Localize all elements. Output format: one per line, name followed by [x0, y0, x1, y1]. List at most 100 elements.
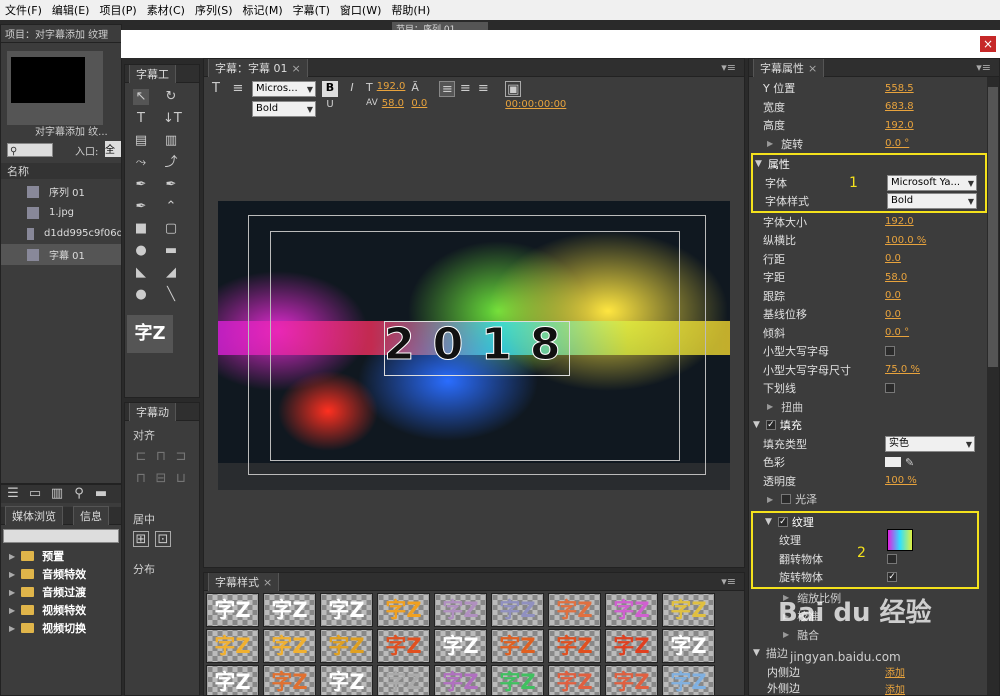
title-style-swatch[interactable]: 字Z — [605, 593, 658, 627]
vertical-type-tool-icon[interactable]: ↓T — [163, 111, 182, 127]
opacity-value[interactable]: 100 % — [885, 475, 917, 486]
styles-menu-icon[interactable]: ▾≡ — [721, 575, 736, 588]
font-dropdown[interactable]: Micros... — [252, 81, 316, 97]
title-styles-tab[interactable]: 字幕样式 × — [208, 573, 280, 591]
color-swatch[interactable] — [885, 457, 901, 468]
underline-checkbox[interactable] — [885, 383, 895, 394]
delete-anchor-icon[interactable]: ✒ — [163, 177, 179, 193]
folder-icon[interactable]: ▬ — [93, 486, 109, 502]
path-type-tool-icon[interactable]: ⤳ — [133, 155, 149, 171]
menu-item[interactable]: 帮助(H) — [386, 2, 435, 18]
align-left-text-icon[interactable]: ≡ — [439, 81, 456, 97]
menu-item[interactable]: 窗口(W) — [335, 2, 386, 18]
fill-type-dropdown[interactable]: 实色 — [885, 435, 975, 452]
rotate-checkbox[interactable]: ✓ — [887, 572, 897, 583]
vertical-path-type-icon[interactable]: ⤴ — [163, 155, 179, 171]
blend-label[interactable]: 融合 — [797, 627, 819, 643]
column-name[interactable]: 名称 — [1, 163, 121, 179]
title-style-swatch[interactable]: 字Z — [206, 629, 259, 663]
center-horizontal-icon[interactable]: ⊞ — [133, 531, 149, 547]
distort-label[interactable]: 扭曲 — [781, 399, 803, 415]
title-style-swatch[interactable]: 字Z — [662, 593, 715, 627]
title-style-swatch[interactable]: 字Z — [548, 629, 601, 663]
italic-button[interactable]: I — [344, 81, 360, 97]
property-value[interactable]: 192.0 — [885, 216, 914, 227]
sheen-label[interactable]: 光泽 — [795, 491, 817, 507]
font-family-dropdown[interactable]: Microsoft Ya... — [887, 174, 977, 191]
menu-item[interactable]: 项目(P) — [94, 2, 141, 18]
align-bottom-icon[interactable]: ⊔ — [173, 471, 189, 487]
property-value[interactable]: 683.8 — [885, 101, 914, 112]
title-style-swatch[interactable]: 字Z — [263, 665, 316, 695]
flip-checkbox[interactable] — [887, 553, 897, 564]
texture-section-label[interactable]: 纹理 — [792, 514, 814, 530]
align-center-icon[interactable]: ⊓ — [153, 449, 169, 465]
effects-folder[interactable]: ▶ 音频特效 — [1, 565, 121, 583]
effects-folder[interactable]: ▶ 预置 — [1, 547, 121, 565]
align-right-icon[interactable]: ⊐ — [173, 449, 189, 465]
project-item[interactable]: 1.jpg — [1, 202, 121, 223]
title-style-swatch[interactable]: 字Z — [263, 593, 316, 627]
title-style-swatch[interactable]: 字Z — [548, 665, 601, 695]
wedge-tool-icon[interactable]: ◣ — [133, 265, 149, 281]
project-item[interactable]: 序列 01 — [1, 181, 121, 202]
add-anchor-icon[interactable]: ✒ — [133, 199, 149, 215]
title-style-swatch[interactable]: 字Z — [662, 629, 715, 663]
title-style-swatch[interactable]: 字Z — [320, 629, 373, 663]
property-value[interactable]: 0.0 ° — [885, 327, 909, 338]
menu-item[interactable]: 字幕(T) — [288, 2, 335, 18]
new-title-icon[interactable]: T — [208, 81, 224, 97]
align-middle-icon[interactable]: ⊟ — [153, 471, 169, 487]
align-center-text-icon[interactable]: ≡ — [457, 81, 473, 97]
panel-menu-icon[interactable]: ▾≡ — [721, 61, 736, 74]
menu-item[interactable]: 序列(S) — [190, 2, 238, 18]
title-style-swatch[interactable]: 字Z — [320, 665, 373, 695]
align-right-text-icon[interactable]: ≡ — [475, 81, 491, 97]
line-tool-icon[interactable]: ╲ — [163, 287, 179, 303]
outer-stroke-add[interactable]: 添加 — [885, 681, 905, 696]
show-video-icon[interactable]: ▣ — [505, 81, 522, 97]
arc-tool-icon[interactable]: ◢ — [163, 265, 179, 281]
effects-folder[interactable]: ▶ 视频特效 — [1, 601, 121, 619]
title-designer-tab[interactable]: 字幕：字幕 01 × — [208, 59, 308, 77]
font-size-value[interactable]: 192.0 — [377, 81, 406, 94]
props-menu-icon[interactable]: ▾≡ — [976, 61, 991, 74]
menu-item[interactable]: 编辑(E) — [47, 2, 95, 18]
texture-thumbnail[interactable] — [887, 529, 913, 552]
rounded-rect-tool-icon[interactable]: ▢ — [163, 221, 179, 237]
project-item[interactable]: d1dd995c9f06d — [1, 223, 121, 244]
inner-stroke-add[interactable]: 添加 — [885, 664, 905, 679]
tab-media-browser[interactable]: 媒体浏览 — [5, 506, 63, 525]
pen-tool-icon[interactable]: ✒ — [133, 177, 149, 193]
in-dropdown[interactable]: 全 — [105, 141, 121, 157]
underline-button[interactable]: U — [322, 99, 338, 110]
bold-button[interactable]: B — [322, 81, 338, 97]
title-style-swatch[interactable]: 字Z — [548, 593, 601, 627]
roll-crawl-icon[interactable]: ≡ — [230, 81, 246, 97]
project-item[interactable]: 字幕 01 — [1, 244, 121, 265]
title-properties-tab[interactable]: 字幕属性 × — [753, 59, 825, 77]
effects-search-input[interactable] — [3, 529, 119, 543]
list-view-icon[interactable]: ☰ — [5, 486, 21, 502]
icon-view-icon[interactable]: ▭ — [27, 486, 43, 502]
title-style-swatch[interactable]: 字Z — [206, 665, 259, 695]
ellipse-tool-icon[interactable]: ● — [133, 287, 149, 303]
property-value[interactable]: 0.0 — [885, 309, 901, 320]
center-vertical-icon[interactable]: ⊡ — [155, 531, 171, 547]
timecode[interactable]: 00:00:00:00 — [505, 99, 566, 110]
align-left-icon[interactable]: ⊏ — [133, 449, 149, 465]
sheen-checkbox[interactable] — [781, 494, 792, 505]
fill-label[interactable]: 填充 — [780, 417, 802, 433]
scroll-thumb[interactable] — [988, 87, 998, 367]
title-style-swatch[interactable]: 字Z — [434, 629, 487, 663]
small-caps-checkbox[interactable] — [885, 346, 895, 357]
title-style-swatch[interactable]: 字Z — [377, 593, 430, 627]
vertical-area-type-icon[interactable]: ▥ — [163, 133, 179, 149]
title-style-swatch[interactable]: 字Z — [263, 629, 316, 663]
clipped-rect-tool-icon[interactable]: ● — [133, 243, 149, 259]
title-style-swatch[interactable]: 字Z — [491, 593, 544, 627]
property-value[interactable]: 58.0 — [885, 272, 907, 283]
title-canvas[interactable]: 2018 — [218, 201, 730, 490]
title-style-swatch[interactable]: 字Z — [377, 629, 430, 663]
style-dropdown[interactable]: Bold — [252, 101, 316, 117]
